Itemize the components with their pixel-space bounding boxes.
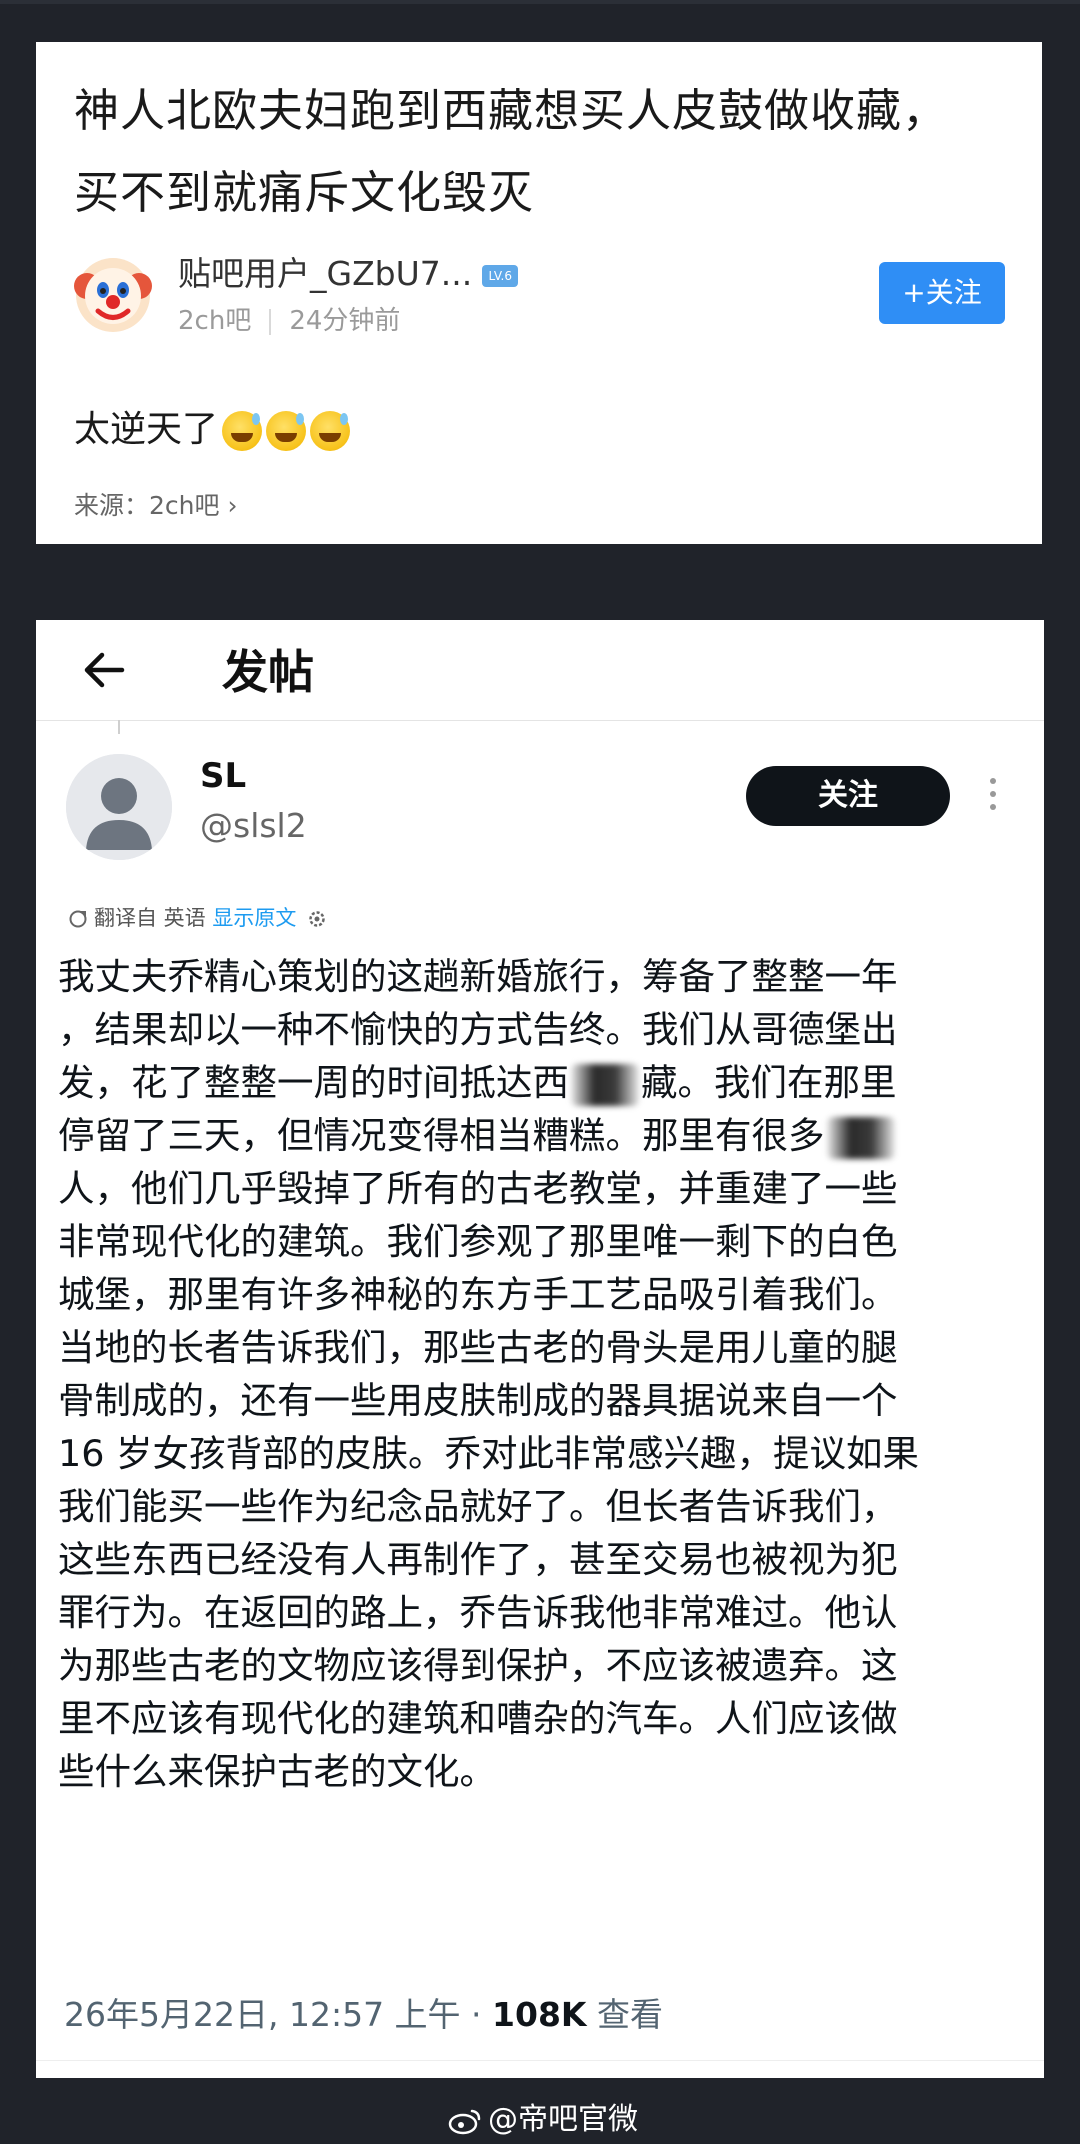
tweet-line: 人，他们几乎毁掉了所有的古老教堂，并重建了一些 [58, 1167, 898, 1210]
tweet-line: 里不应该有现代化的建筑和嘈杂的汽车。人们应该做 [58, 1697, 898, 1740]
tweet-timestamp: 26年5月22日, 12:57 上午 · 108K 查看 [64, 1988, 663, 2036]
weibo-watermark: @帝吧官微 [448, 2094, 638, 2138]
user-handle[interactable]: @slsl2 [200, 806, 307, 845]
post-title-line-1: 神人北欧夫妇跑到西藏想买人皮鼓做收藏， [74, 84, 949, 137]
views-count: 108K [492, 1995, 587, 2034]
divider [36, 2060, 1044, 2061]
author-name: 贴吧用户_GZbU7... [178, 254, 473, 293]
tweet-line: ，结果却以一种不愉快的方式告终。我们从哥德堡出 [58, 1008, 898, 1051]
translation-notice: 翻译自 英语 显示原文 [68, 902, 327, 932]
post-time: 24分钟前 [289, 306, 401, 336]
show-original-link[interactable]: 显示原文 [212, 906, 296, 930]
sweat-smile-emoji-icon [310, 411, 351, 451]
forum-name[interactable]: 2ch吧 [178, 306, 251, 336]
tweet-line: 城堡，那里有许多神秘的东方手工艺品吸引着我们。 [58, 1273, 898, 1316]
back-arrow-icon[interactable] [82, 648, 126, 692]
tweet-line: 这些东西已经没有人再制作了，甚至交易也被视为犯 [58, 1538, 898, 1581]
post-title[interactable]: 神人北欧夫妇跑到西藏想买人皮鼓做收藏， 买不到就痛斥文化毁灭 [74, 70, 1004, 234]
tweet-line-part: 停留了三天，但情况变得相当糟糕。那里有很多 [58, 1114, 825, 1157]
display-name[interactable]: SL [200, 756, 246, 796]
tweet-line: 非常现代化的建筑。我们参观了那里唯一剩下的白色 [58, 1220, 898, 1263]
tweet-line: 当地的长者告诉我们，那些古老的骨头是用儿童的腿 [58, 1326, 898, 1369]
tweet-line: 骨制成的，还有一些用皮肤制成的器具据说来自一个 [58, 1379, 898, 1422]
post-body-text: 太逆天了 [74, 409, 219, 450]
tweet-line: 为那些古老的文物应该得到保护，不应该被遗弃。这 [58, 1644, 898, 1687]
top-divider [0, 0, 1080, 4]
tweet-line: 我们能买一些作为纪念品就好了。但长者告诉我们， [58, 1485, 898, 1528]
censor-blur [571, 1063, 639, 1106]
translated-from-label: 翻译自 英语 [94, 906, 206, 930]
tieba-post-card: 神人北欧夫妇跑到西藏想买人皮鼓做收藏， 买不到就痛斥文化毁灭 贴吧用户_GZbU… [36, 42, 1042, 544]
source-link[interactable]: 来源：2ch吧 › [74, 486, 237, 522]
default-avatar-icon[interactable] [66, 754, 172, 860]
post-header: 发帖 [36, 620, 1044, 721]
tweet-screenshot-card: 发帖 SL @slsl2 关注 翻译自 英语 显示原文 我丈夫乔精心策划的这趟新… [36, 620, 1044, 2078]
tweet-line: 罪行为。在返回的路上，乔告诉我他非常难过。他认 [58, 1591, 898, 1634]
tweet-line: 停留了三天，但情况变得相当糟糕。那里有很多 [58, 1109, 1038, 1162]
tweet-line: 我丈夫乔精心策划的这趟新婚旅行，筹备了整整一年 [58, 955, 898, 998]
settings-gear-icon[interactable] [307, 909, 327, 929]
tweet-line-part: 。我们在那里 [677, 1061, 897, 1104]
post-meta: 2ch吧 24分钟前 [178, 300, 400, 337]
tweet-line-part: 发，花了整整一周的时间抵达西 [58, 1061, 569, 1104]
level-badge: LV.6 [482, 264, 519, 287]
sweat-smile-emoji-icon [222, 411, 263, 451]
thread-line [118, 720, 120, 734]
watermark-text: @帝吧官微 [488, 2102, 638, 2137]
more-options-icon[interactable] [990, 778, 998, 814]
post-author[interactable]: 贴吧用户_GZbU7... LV.6 [178, 247, 519, 295]
follow-button[interactable]: 关注 [746, 766, 950, 826]
follow-button[interactable]: +关注 [879, 262, 1005, 324]
translate-icon [69, 910, 87, 928]
views-label: 查看 [586, 1995, 663, 2034]
meta-divider [269, 308, 272, 335]
tweet-text: 我丈夫乔精心策划的这趟新婚旅行，筹备了整整一年 ，结果却以一种不愉快的方式告终。我… [58, 950, 1038, 1798]
censor-blur [826, 1116, 895, 1159]
sweat-smile-emoji-icon [266, 411, 307, 451]
timestamp-text: 26年5月22日, 12:57 上午 · [64, 1995, 493, 2034]
weibo-logo-icon [448, 2109, 481, 2134]
post-title-line-2: 买不到就痛斥文化毁灭 [74, 166, 535, 219]
clown-avatar-icon[interactable] [74, 256, 152, 334]
tweet-line: 发，花了整整一周的时间抵达西 藏。我们在那里 [58, 1056, 1038, 1109]
post-body: 太逆天了 [74, 400, 351, 452]
tweet-line-part: 藏 [641, 1061, 678, 1104]
tweet-line: 些什么来保护古老的文化。 [58, 1750, 496, 1793]
page-title: 发帖 [222, 645, 314, 699]
tweet-line: 16 岁女孩背部的皮肤。乔对此非常感兴趣，提议如果 [58, 1432, 920, 1475]
